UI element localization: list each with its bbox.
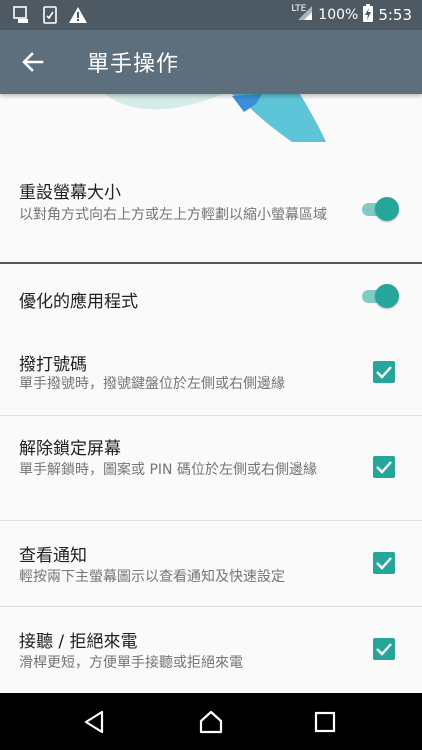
calls-checkbox[interactable]	[373, 638, 395, 660]
network-type: LTE	[291, 4, 307, 14]
clipboard-check-icon	[43, 6, 57, 28]
page-title: 單手操作	[87, 52, 180, 77]
section-divider	[0, 262, 422, 264]
setting-calls[interactable]: 接聽 / 拒絕來電 滑桿更短，方便單手接聽或拒絕來電	[0, 607, 422, 693]
optimized-apps-toggle[interactable]	[360, 283, 400, 309]
setting-title: 重設螢幕大小	[19, 183, 121, 203]
check-icon	[376, 461, 392, 474]
setting-subtitle: 輕按兩下主螢幕圖示以查看通知及快速設定	[19, 569, 285, 585]
setting-optimized-apps[interactable]: 優化的應用程式	[0, 270, 422, 330]
setting-title: 查看通知	[19, 546, 87, 566]
navigation-bar	[0, 693, 422, 750]
unlock-checkbox[interactable]	[373, 456, 395, 478]
check-icon	[376, 643, 392, 656]
check-icon	[376, 366, 392, 379]
setting-subtitle: 滑桿更短，方便單手接聽或拒絕來電	[19, 655, 243, 671]
screenshot-icon	[12, 6, 30, 28]
nav-recents-icon	[314, 711, 336, 733]
nav-home-button[interactable]	[198, 709, 224, 735]
check-icon	[376, 557, 392, 570]
setting-subtitle: 單手解鎖時，圖案或 PIN 碼位於左側或右側邊緣	[19, 462, 317, 478]
nav-back-button[interactable]	[82, 709, 108, 735]
nav-home-icon	[199, 710, 223, 734]
setting-notifications[interactable]: 查看通知 輕按兩下主螢幕圖示以查看通知及快速設定	[0, 521, 422, 606]
battery-percent: 100%	[318, 7, 359, 23]
resize-toggle[interactable]	[360, 196, 400, 222]
setting-title: 撥打號碼	[19, 355, 87, 375]
setting-title: 優化的應用程式	[19, 292, 138, 312]
warning-icon	[68, 6, 88, 28]
app-bar: 單手操作	[0, 30, 422, 94]
setting-unlock[interactable]: 解除鎖定屏幕 單手解鎖時，圖案或 PIN 碼位於左側或右側邊緣	[0, 416, 422, 520]
setting-title: 接聽 / 拒絕來電	[19, 632, 138, 652]
setting-dial[interactable]: 撥打號碼 單手撥號時，撥號鍵盤位於左側或右側邊緣	[0, 340, 422, 415]
setting-resize-screen[interactable]: 重設螢幕大小 以對角方式向右上方或左上方輕劃以縮小螢幕區域	[0, 170, 422, 262]
back-button[interactable]	[18, 48, 48, 76]
one-handed-illustration	[0, 94, 422, 154]
battery-charging-icon	[363, 4, 374, 26]
status-bar: LTE 100% 5:53	[0, 0, 422, 30]
setting-subtitle: 以對角方式向右上方或左上方輕劃以縮小螢幕區域	[19, 207, 327, 223]
setting-title: 解除鎖定屏幕	[19, 439, 121, 459]
clock: 5:53	[378, 6, 412, 24]
dial-checkbox[interactable]	[373, 361, 395, 383]
notifications-checkbox[interactable]	[373, 552, 395, 574]
arrow-back-icon	[22, 52, 44, 72]
nav-recents-button[interactable]	[312, 709, 338, 735]
setting-subtitle: 單手撥號時，撥號鍵盤位於左側或右側邊緣	[19, 376, 285, 392]
nav-back-icon	[84, 710, 104, 734]
